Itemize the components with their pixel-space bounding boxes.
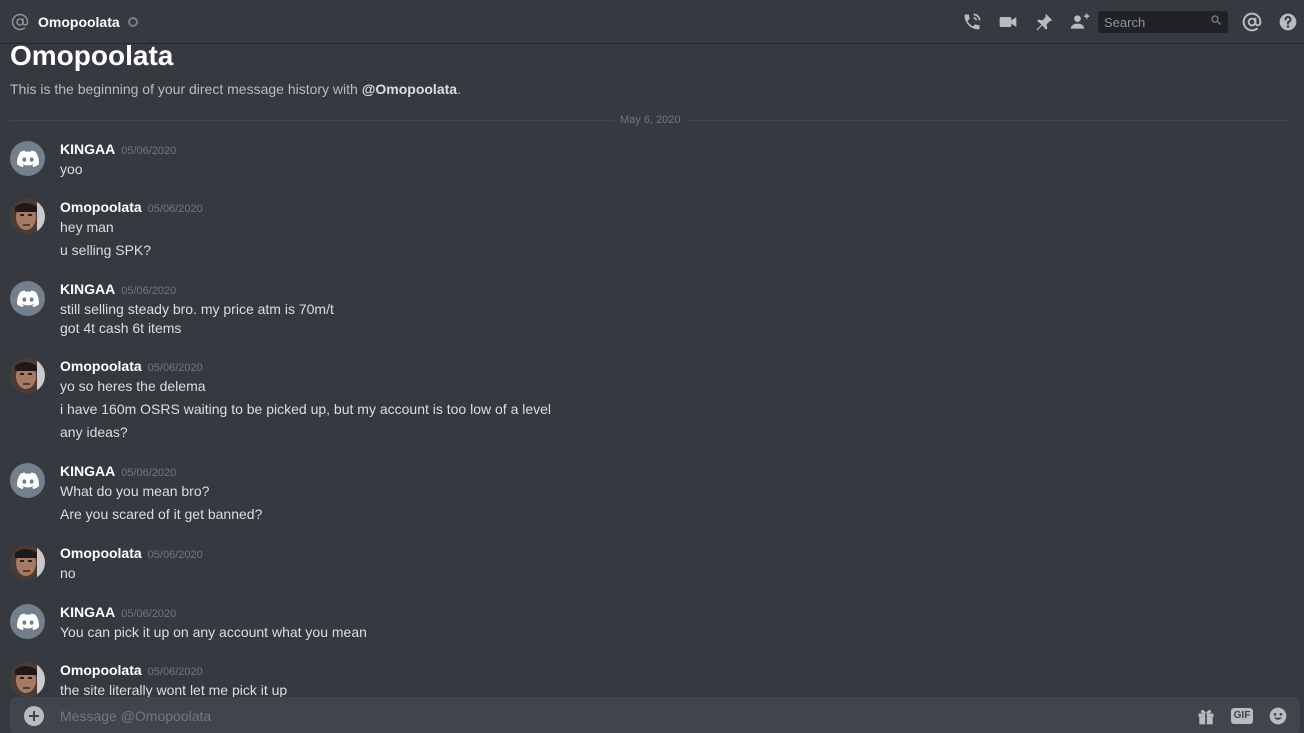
message-timestamp: 05/06/2020 xyxy=(121,467,177,479)
message-author[interactable]: Omopoolata xyxy=(60,358,142,374)
message-author[interactable]: Omopoolata xyxy=(60,199,142,215)
message-author[interactable]: KINGAA xyxy=(60,281,115,297)
user-avatar-photo xyxy=(10,662,45,697)
message-text: i have 160m OSRS waiting to be picked up… xyxy=(60,401,552,417)
avatar[interactable] xyxy=(10,199,45,234)
message-text: You can pick it up on any account what y… xyxy=(60,624,367,640)
user-avatar-photo xyxy=(10,199,45,234)
message-header: Omopoolata 05/06/2020 xyxy=(60,199,203,217)
dm-window: Omopoolata Search Omopoolata This is the… xyxy=(0,0,1304,733)
gif-label: GIF xyxy=(1230,708,1254,724)
channel-title: Omopoolata xyxy=(38,13,120,30)
message-header: KINGAA 05/06/2020 xyxy=(60,141,176,159)
message-text: no xyxy=(60,565,76,581)
add-friend-icon[interactable] xyxy=(1068,10,1092,34)
message-author[interactable]: Omopoolata xyxy=(60,662,142,678)
avatar[interactable] xyxy=(10,604,45,639)
discord-logo-icon xyxy=(16,613,39,630)
message-timestamp: 05/06/2020 xyxy=(121,608,177,620)
message-text: the site literally wont let me pick it u… xyxy=(60,682,288,698)
at-icon xyxy=(10,12,30,32)
message-header: Omopoolata 05/06/2020 xyxy=(60,545,203,563)
message-timestamp: 05/06/2020 xyxy=(147,666,203,678)
avatar[interactable] xyxy=(10,358,45,393)
message-author[interactable]: KINGAA xyxy=(60,463,115,479)
mention-icon[interactable] xyxy=(1240,10,1264,34)
pin-icon[interactable] xyxy=(1032,10,1056,34)
message-text: any ideas? xyxy=(60,424,128,440)
message-author[interactable]: KINGAA xyxy=(60,141,115,157)
discord-logo-icon xyxy=(16,290,39,307)
avatar[interactable] xyxy=(10,463,45,498)
search-icon xyxy=(1210,13,1222,31)
message-text: hey man xyxy=(60,219,114,235)
message-composer: GIF xyxy=(10,697,1300,733)
user-avatar-photo xyxy=(10,545,45,580)
message-text: got 4t cash 6t items xyxy=(60,320,182,336)
user-avatar-photo xyxy=(10,358,45,393)
emoji-icon[interactable] xyxy=(1266,704,1290,728)
header-toolbar xyxy=(960,0,1304,44)
dm-intro-text: This is the beginning of your direct mes… xyxy=(10,81,461,97)
message-timestamp: 05/06/2020 xyxy=(121,285,177,297)
gif-icon[interactable]: GIF xyxy=(1230,704,1254,728)
message-timestamp: 05/06/2020 xyxy=(147,362,203,374)
intro-mention[interactable]: @Omopoolata xyxy=(362,81,457,97)
message-text: still selling steady bro. my price atm i… xyxy=(60,301,334,317)
discord-logo-icon xyxy=(16,472,39,489)
message-text: yo so heres the delema xyxy=(60,378,206,394)
message-timestamp: 05/06/2020 xyxy=(147,203,203,215)
search-box[interactable] xyxy=(1098,11,1228,33)
discord-logo-icon xyxy=(16,150,39,167)
message-input[interactable] xyxy=(60,708,1160,724)
dm-intro-title: Omopoolata xyxy=(10,40,174,71)
gift-icon[interactable] xyxy=(1194,704,1218,728)
message-text: What do you mean bro? xyxy=(60,483,210,499)
status-dot-icon xyxy=(127,16,138,27)
message-timestamp: 05/06/2020 xyxy=(147,549,203,561)
message-author[interactable]: Omopoolata xyxy=(60,545,142,561)
message-author[interactable]: KINGAA xyxy=(60,604,115,620)
channel-header: Omopoolata xyxy=(0,0,1304,44)
phone-call-icon[interactable] xyxy=(960,10,984,34)
message-header: Omopoolata 05/06/2020 xyxy=(60,662,203,680)
message-header: Omopoolata 05/06/2020 xyxy=(60,358,203,376)
video-call-icon[interactable] xyxy=(996,10,1020,34)
intro-text-prefix: This is the beginning of your direct mes… xyxy=(10,81,362,97)
avatar[interactable] xyxy=(10,281,45,316)
message-timestamp: 05/06/2020 xyxy=(121,145,177,157)
intro-text-suffix: . xyxy=(457,81,461,97)
search-input[interactable] xyxy=(1104,14,1204,30)
message-header: KINGAA 05/06/2020 xyxy=(60,463,176,481)
message-header: KINGAA 05/06/2020 xyxy=(60,604,176,622)
avatar[interactable] xyxy=(10,545,45,580)
message-header: KINGAA 05/06/2020 xyxy=(60,281,176,299)
message-text: u selling SPK? xyxy=(60,242,152,258)
help-icon[interactable] xyxy=(1276,10,1300,34)
message-text: yoo xyxy=(60,161,83,177)
message-text: Are you scared of it get banned? xyxy=(60,506,263,522)
composer-toolbar: GIF xyxy=(1182,697,1290,733)
avatar[interactable] xyxy=(10,141,45,176)
date-divider-label: May 6, 2020 xyxy=(614,114,687,126)
avatar[interactable] xyxy=(10,662,45,697)
add-attachment-icon[interactable] xyxy=(24,706,44,726)
